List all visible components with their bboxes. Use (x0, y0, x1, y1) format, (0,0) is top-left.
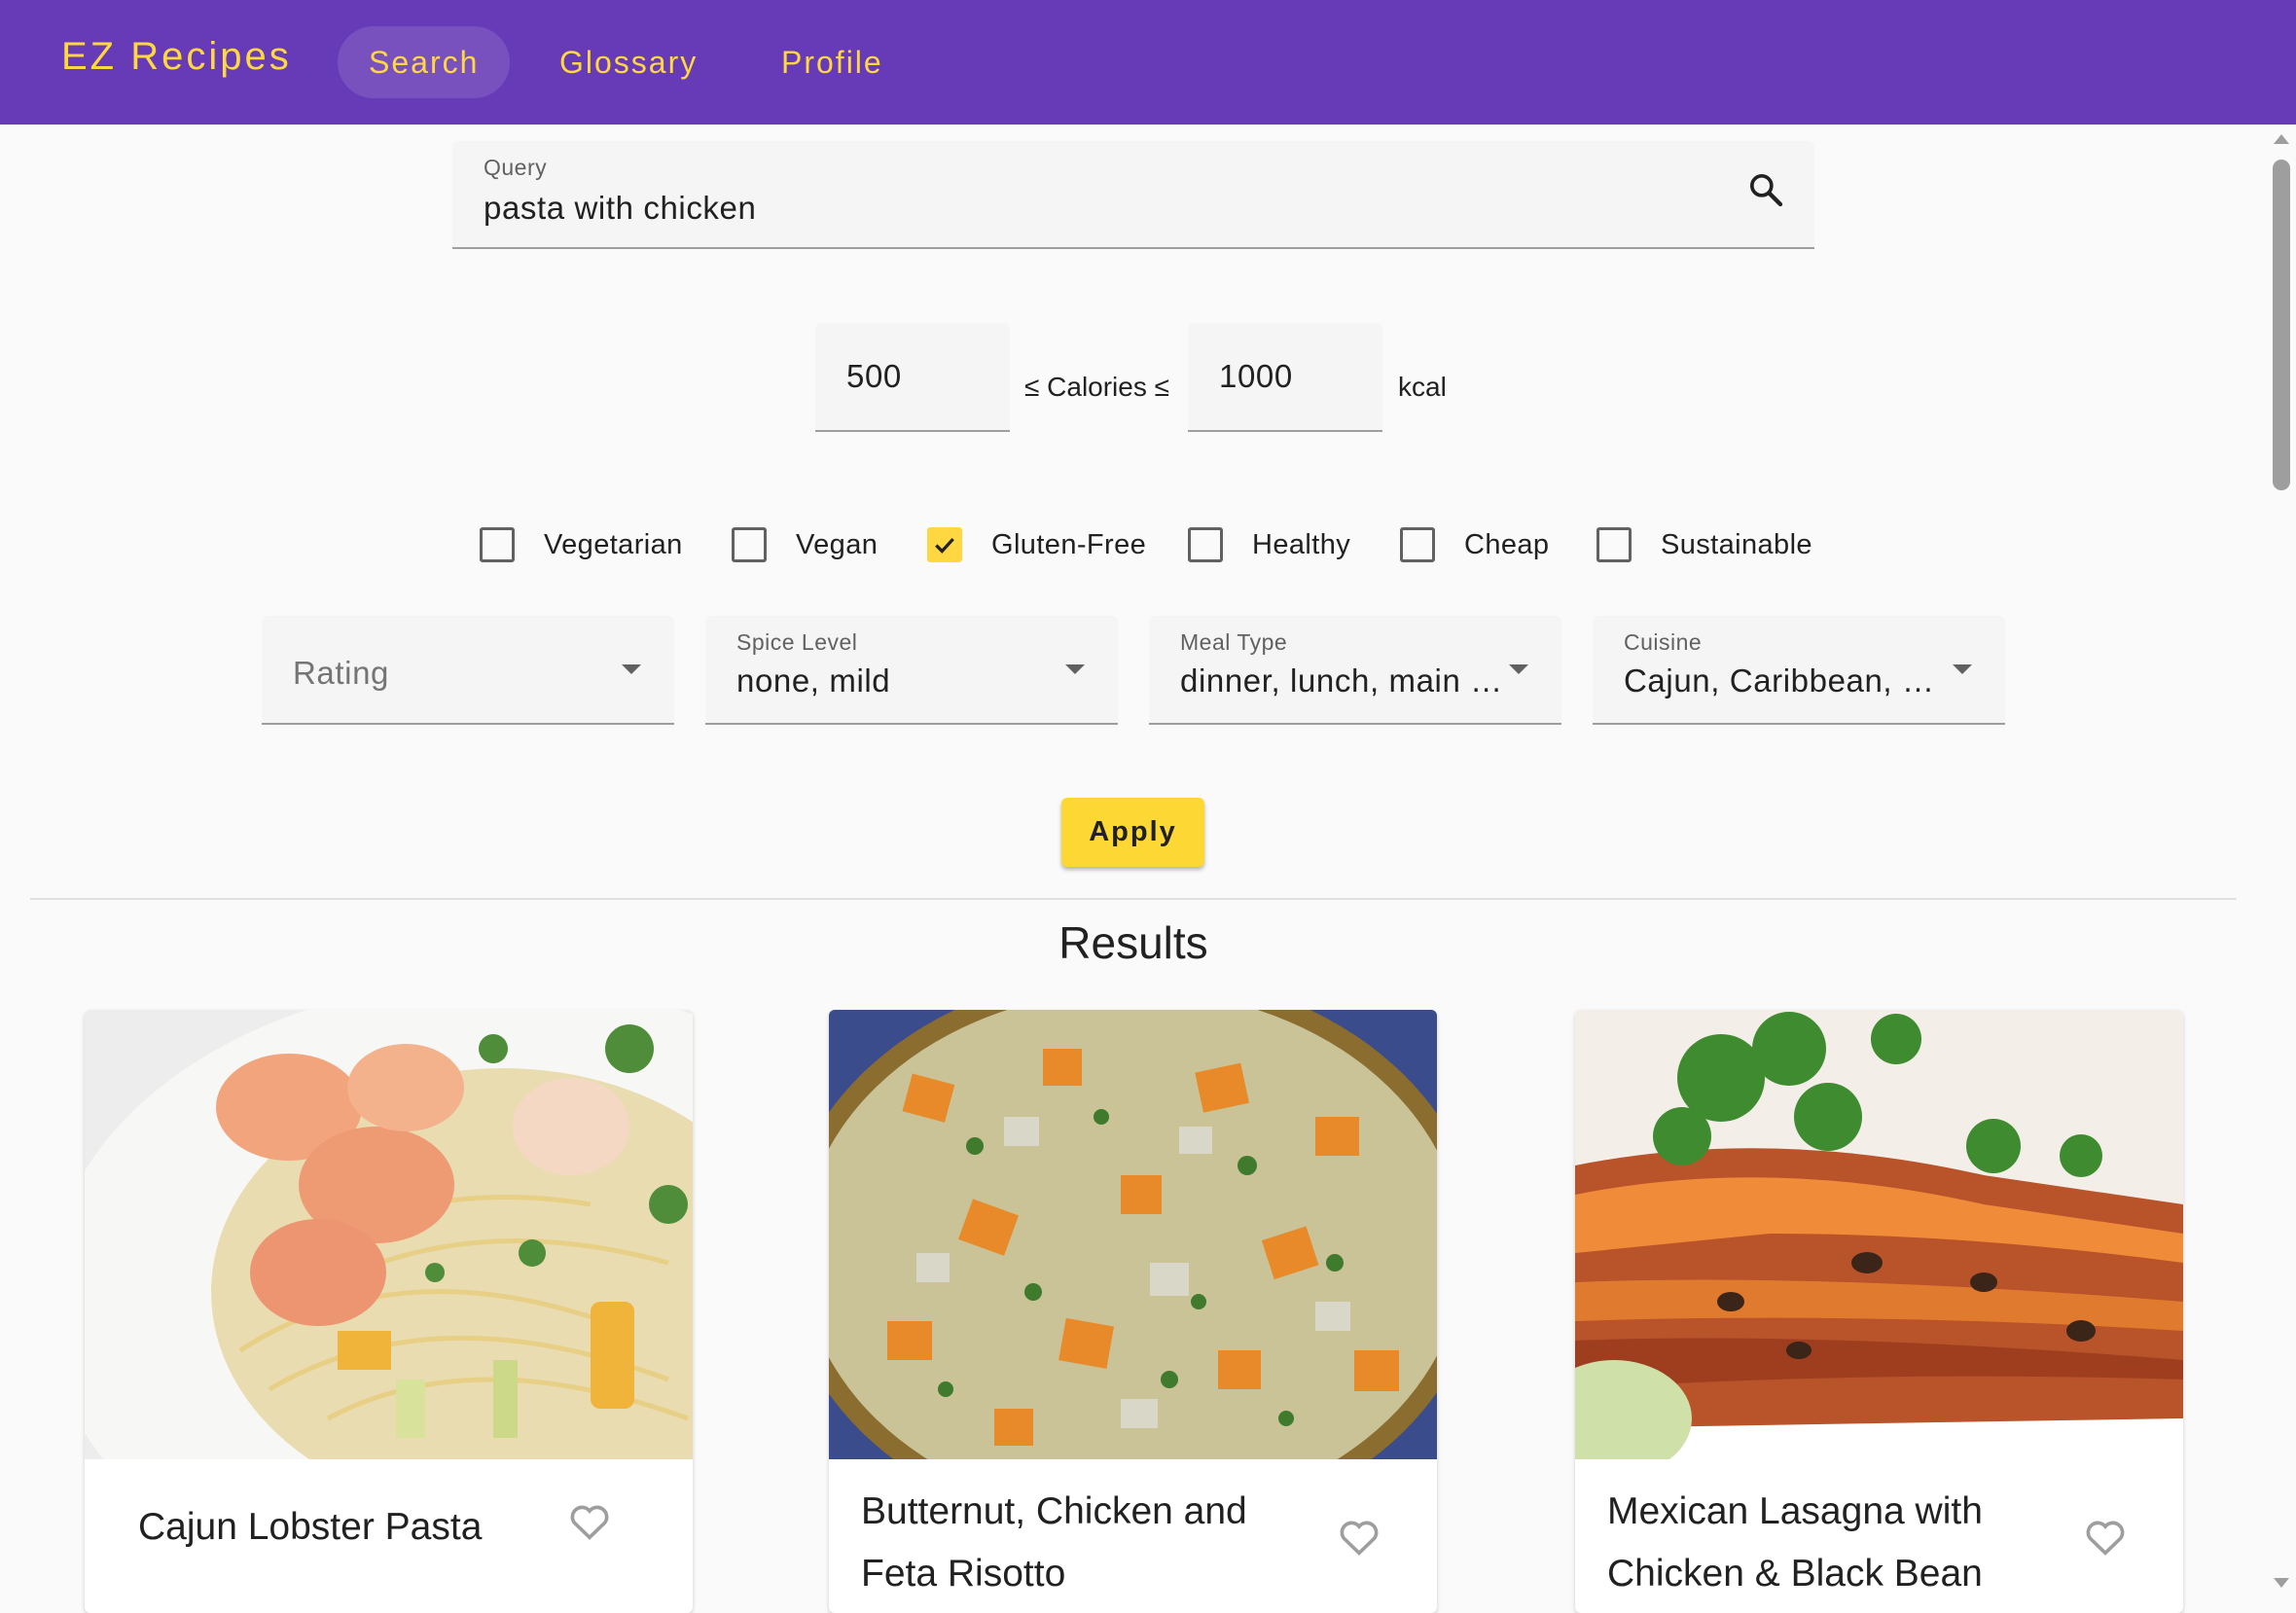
spice-level-label: Spice Level (736, 629, 858, 655)
search-icon[interactable] (1746, 170, 1785, 209)
cheap-checkbox[interactable] (1400, 527, 1435, 562)
sustainable-checkbox[interactable] (1596, 527, 1632, 562)
gluten-free-checkbox[interactable] (927, 527, 962, 562)
calories-max-input[interactable]: 1000 (1188, 323, 1382, 432)
nav-profile-button[interactable]: Profile (750, 26, 915, 98)
gluten-free-label[interactable]: Gluten-Free (991, 527, 1146, 562)
recipe-card[interactable]: Cajun Lobster Pasta (85, 1010, 693, 1613)
vegan-checkbox[interactable] (732, 527, 767, 562)
sustainable-label[interactable]: Sustainable (1661, 527, 1812, 562)
nav-search-button[interactable]: Search (338, 26, 511, 98)
calories-min-input[interactable]: 500 (815, 323, 1010, 432)
scroll-up-arrow-icon[interactable] (2274, 134, 2289, 144)
chevron-down-icon[interactable] (1065, 664, 1085, 674)
heart-icon[interactable] (568, 1502, 611, 1541)
recipe-card[interactable]: Butternut, Chicken and Feta Risotto (829, 1010, 1437, 1613)
scroll-down-arrow-icon[interactable] (2274, 1578, 2289, 1588)
vegetarian-checkbox[interactable] (480, 527, 515, 562)
rating-select[interactable]: Rating (262, 616, 674, 725)
scrollbar-thumb[interactable] (2273, 160, 2290, 490)
rating-select-placeholder: Rating (293, 655, 389, 691)
calories-min-value[interactable]: 500 (846, 358, 902, 395)
heart-icon[interactable] (1338, 1518, 1381, 1557)
recipe-card[interactable]: Mexican Lasagna with Chicken & Black Bea… (1575, 1010, 2183, 1613)
recipe-image-mexican-lasagna[interactable] (1575, 1010, 2183, 1459)
search-input[interactable]: Query pasta with chicken (452, 141, 1814, 249)
top-toolbar: EZ Recipes Search Glossary Profile (0, 0, 2296, 125)
vegetarian-label[interactable]: Vegetarian (544, 527, 683, 562)
cuisine-value[interactable]: Cajun, Caribbean, Gr… (1624, 663, 1955, 699)
recipe-title[interactable]: Butternut, Chicken and Feta Risotto (861, 1481, 1289, 1605)
healthy-label[interactable]: Healthy (1252, 527, 1350, 562)
meal-type-label: Meal Type (1180, 629, 1288, 655)
calories-max-value[interactable]: 1000 (1219, 358, 1293, 395)
checkmark-icon (935, 537, 954, 554)
calories-range-label: ≤ Calories ≤ (1024, 372, 1169, 402)
vegan-label[interactable]: Vegan (796, 527, 878, 562)
chevron-down-icon[interactable] (1953, 664, 1972, 674)
heart-icon[interactable] (2084, 1518, 2127, 1557)
cuisine-label: Cuisine (1624, 629, 1703, 655)
recipe-image-butternut-risotto[interactable] (829, 1010, 1437, 1459)
chevron-down-icon[interactable] (622, 664, 641, 674)
spice-level-value[interactable]: none, mild (736, 663, 1067, 699)
apply-button[interactable]: Apply (1061, 798, 1204, 867)
spice-level-select[interactable]: Spice Level none, mild (705, 616, 1118, 725)
search-input-label: Query (484, 155, 548, 180)
page-scrollbar[interactable] (2267, 125, 2296, 1595)
calories-unit: kcal (1398, 372, 1447, 402)
nav-glossary-button[interactable]: Glossary (528, 26, 729, 98)
app-brand[interactable]: EZ Recipes (61, 35, 292, 79)
healthy-checkbox[interactable] (1188, 527, 1223, 562)
divider (30, 898, 2237, 900)
cheap-label[interactable]: Cheap (1464, 527, 1549, 562)
meal-type-select[interactable]: Meal Type dinner, lunch, main c… (1149, 616, 1561, 725)
recipe-title[interactable]: Cajun Lobster Pasta (138, 1496, 566, 1559)
results-heading: Results (1058, 917, 1208, 968)
recipe-image-lobster-pasta[interactable] (85, 1010, 693, 1459)
recipe-title[interactable]: Mexican Lasagna with Chicken & Black Bea… (1607, 1481, 2035, 1605)
search-input-value[interactable]: pasta with chicken (484, 190, 756, 227)
meal-type-value[interactable]: dinner, lunch, main c… (1180, 663, 1511, 699)
chevron-down-icon[interactable] (1509, 664, 1528, 674)
cuisine-select[interactable]: Cuisine Cajun, Caribbean, Gr… (1593, 616, 2005, 725)
